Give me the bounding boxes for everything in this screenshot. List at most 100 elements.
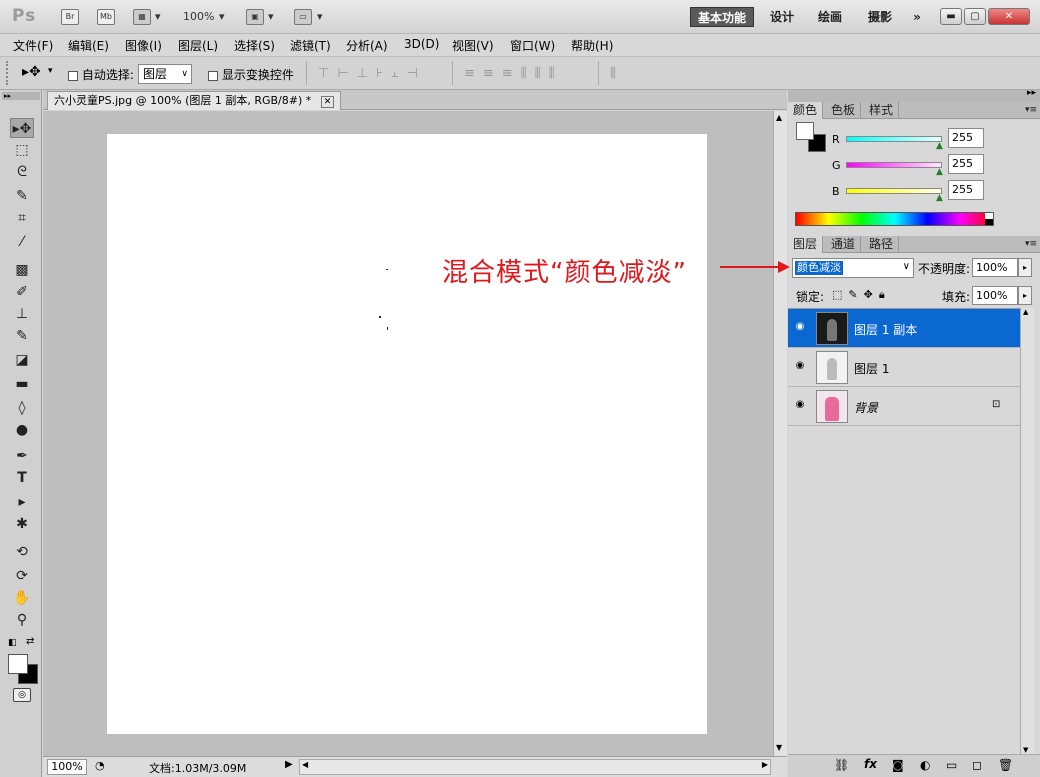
eye-icon[interactable]: ◉ [794, 399, 806, 411]
auto-align-icon[interactable]: ⫼ [610, 66, 616, 81]
black-swatch[interactable] [985, 219, 993, 225]
menu-image[interactable]: 图像(I) [125, 37, 162, 54]
menu-help[interactable]: 帮助(H) [571, 37, 613, 54]
status-arrow-icon[interactable]: ▶ [285, 759, 293, 770]
blend-mode-dropdown[interactable]: 颜色减淡 ∨ [792, 258, 914, 278]
collapse-icon[interactable]: ▸▸ [2, 92, 40, 100]
more-workspaces-icon[interactable]: » [906, 7, 928, 27]
layers-scrollbar[interactable]: ▲ ▼ [1020, 308, 1034, 754]
default-colors-icon[interactable]: ◧ [8, 638, 17, 648]
auto-select-option[interactable]: 自动选择: [68, 66, 134, 83]
screen-mode-icon[interactable]: ▭ [294, 9, 312, 25]
slider-handle-icon[interactable]: ▲ [936, 193, 943, 203]
healing-brush-tool-icon[interactable]: ▩ [10, 260, 34, 280]
swap-colors-icon[interactable]: ⇄ [26, 636, 34, 647]
collapse-icon[interactable]: ▸▸ [1027, 88, 1036, 98]
horizontal-scrollbar[interactable]: ◀ ▶ [299, 759, 771, 775]
tab-swatches[interactable]: 色板 [826, 102, 862, 119]
eyedropper-tool-icon[interactable]: ⁄ [10, 232, 34, 252]
new-layer-icon[interactable]: ◻ [972, 758, 982, 772]
pen-tool-icon[interactable]: ✒ [10, 446, 34, 466]
channel-g-slider[interactable] [846, 162, 942, 168]
chevron-down-icon[interactable]: ▾ [155, 10, 161, 23]
tab-paths[interactable]: 路径 [864, 236, 900, 253]
eye-icon[interactable]: ◉ [794, 360, 806, 372]
scroll-up-icon[interactable]: ▲ [776, 113, 782, 122]
auto-select-checkbox[interactable] [68, 70, 78, 81]
path-select-tool-icon[interactable]: ▸ [10, 492, 34, 512]
menu-layer[interactable]: 图层(L) [178, 37, 218, 54]
foreground-color-swatch[interactable] [8, 654, 28, 674]
lasso-tool-icon[interactable]: ᘓ [10, 162, 34, 182]
foreground-color-swatch[interactable] [796, 122, 814, 140]
menu-3d[interactable]: 3D(D) [404, 37, 439, 51]
grip-handle[interactable] [6, 61, 10, 85]
opacity-slider-icon[interactable]: ▸ [1018, 258, 1032, 277]
adjustment-layer-icon[interactable]: ◐ [920, 758, 930, 772]
arrange-documents-icon[interactable]: ▣ [246, 9, 264, 25]
distribute-buttons-group[interactable]: ≡≡≡⫼⫼⫼ [464, 66, 563, 81]
color-spectrum-bar[interactable] [795, 212, 994, 226]
blur-tool-icon[interactable]: ◊ [10, 398, 34, 418]
channel-r-slider[interactable] [846, 136, 942, 142]
channel-g-value[interactable]: 255 [948, 154, 984, 174]
show-transform-checkbox[interactable] [208, 70, 218, 81]
marquee-tool-icon[interactable]: ⬚ [10, 140, 34, 160]
add-mask-icon[interactable]: ◙ [892, 758, 904, 772]
menu-filter[interactable]: 滤镜(T) [290, 37, 331, 54]
dodge-tool-icon[interactable]: ● [10, 420, 34, 440]
menu-edit[interactable]: 编辑(E) [68, 37, 109, 54]
panel-menu-icon[interactable]: ▾≡ [1020, 236, 1040, 253]
hand-tool-icon[interactable]: ✋ [10, 588, 34, 608]
scroll-down-icon[interactable]: ▼ [1023, 746, 1028, 754]
eraser-tool-icon[interactable]: ◪ [10, 350, 34, 370]
tab-layers[interactable]: 图层 [788, 236, 824, 253]
minibridge-button[interactable]: Mb [97, 9, 115, 25]
canvas[interactable] [107, 134, 707, 734]
align-buttons-group[interactable]: ⊤⊢⊥⊦⫠⊣ [318, 66, 426, 81]
lock-buttons-group[interactable]: ⬚✎✥🔒︎ [832, 288, 891, 302]
minimize-icon[interactable]: ▬ [940, 8, 962, 25]
menu-select[interactable]: 选择(S) [234, 37, 275, 54]
layer-row[interactable]: ◉ 图层 1 [788, 348, 1020, 387]
link-layers-icon[interactable]: ⛓ [834, 758, 849, 772]
workspace-essentials[interactable]: 基本功能 [690, 7, 754, 27]
channel-r-value[interactable]: 255 [948, 128, 984, 148]
show-transform-option[interactable]: 显示变换控件 [208, 66, 294, 83]
tab-color[interactable]: 颜色 [788, 102, 824, 119]
workspace-design[interactable]: 设计 [764, 7, 800, 27]
view-extras-icon[interactable]: ▦ [133, 9, 151, 25]
clone-stamp-tool-icon[interactable]: ⊥ [10, 304, 34, 324]
scroll-up-icon[interactable]: ▲ [1023, 308, 1028, 316]
move-tool-preset-icon[interactable]: ▸✥ [22, 64, 41, 80]
layer-row[interactable]: ◉ 背景 ⊡ [788, 387, 1020, 426]
scroll-left-icon[interactable]: ◀ [302, 760, 308, 769]
bridge-button[interactable]: Br [61, 9, 79, 25]
scroll-down-icon[interactable]: ▼ [776, 743, 782, 752]
chevron-down-icon[interactable]: ▾ [48, 66, 53, 76]
channel-b-value[interactable]: 255 [948, 180, 984, 200]
move-tool-icon[interactable]: ▸✥ [10, 118, 34, 138]
auto-select-dropdown[interactable]: 图层 ∨ [138, 64, 192, 84]
opacity-field[interactable]: 100% [972, 258, 1018, 277]
brush-tool-icon[interactable]: ✐ [10, 282, 34, 302]
quick-select-tool-icon[interactable]: ✎ [10, 186, 34, 206]
quick-mask-icon[interactable]: ◎ [13, 688, 31, 702]
close-icon[interactable]: ✕ [320, 96, 335, 108]
menu-file[interactable]: 文件(F) [13, 37, 53, 54]
scroll-right-icon[interactable]: ▶ [762, 760, 768, 769]
channel-b-slider[interactable] [846, 188, 942, 194]
fill-field[interactable]: 100% [972, 286, 1018, 305]
document-tab[interactable]: 六小灵童PS.jpg @ 100% (图层 1 副本, RGB/8#) * ✕ [47, 91, 342, 110]
layer-row[interactable]: ◉ 图层 1 副本 [788, 309, 1020, 348]
new-group-icon[interactable]: ▭ [946, 758, 957, 772]
tab-styles[interactable]: 样式 [864, 102, 900, 119]
shape-tool-icon[interactable]: ✱ [10, 514, 34, 534]
3d-rotate-tool-icon[interactable]: ⟲ [10, 542, 34, 562]
workspace-photography[interactable]: 摄影 [862, 7, 898, 27]
fx-icon[interactable]: fx [864, 757, 877, 771]
eye-icon[interactable]: ◉ [794, 321, 806, 333]
type-tool-icon[interactable]: T [10, 468, 34, 488]
zoom-tool-icon[interactable]: ⚲ [10, 610, 34, 630]
tab-channels[interactable]: 通道 [826, 236, 862, 253]
